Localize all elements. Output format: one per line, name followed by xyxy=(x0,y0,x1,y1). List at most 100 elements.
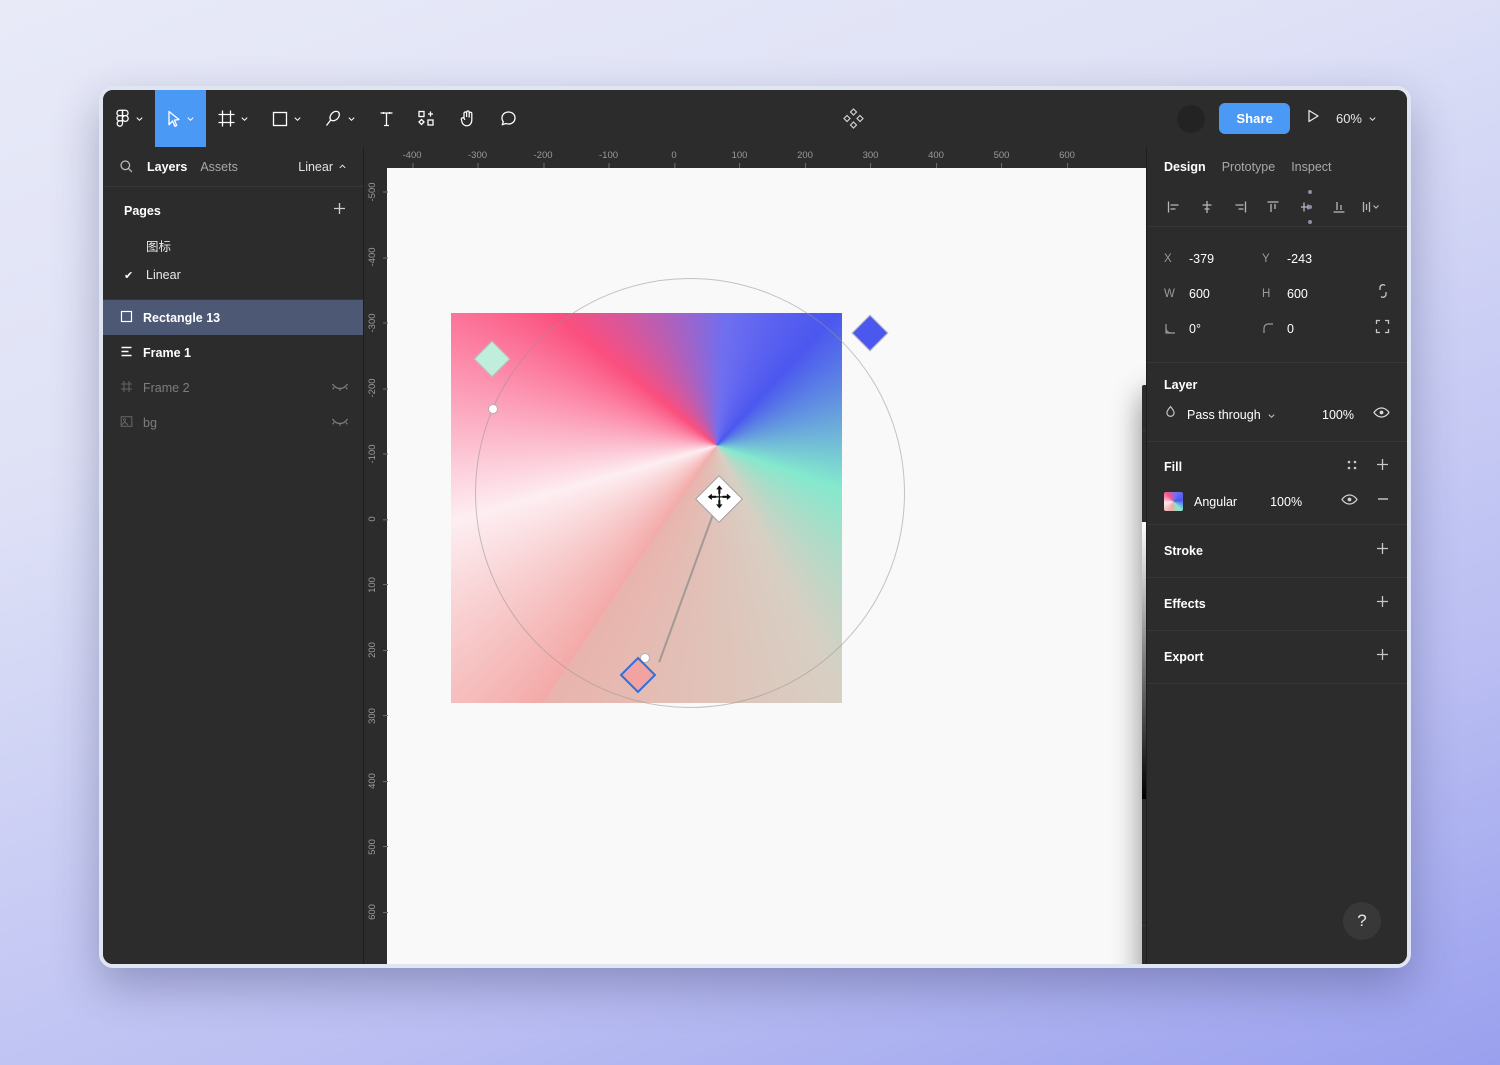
figma-menu-button[interactable] xyxy=(103,90,155,147)
tab-prototype[interactable]: Prototype xyxy=(1222,160,1276,174)
page-item-linear[interactable]: ✔ Linear xyxy=(103,260,363,290)
add-page-button[interactable] xyxy=(332,201,347,221)
corner-radius-value[interactable]: 0 xyxy=(1287,322,1294,336)
share-button[interactable]: Share xyxy=(1219,103,1290,134)
pen-tool-button[interactable] xyxy=(313,90,367,147)
layer-label: Frame 2 xyxy=(143,380,190,395)
saturation-value-square[interactable] xyxy=(1142,522,1146,799)
shape-tool-button[interactable] xyxy=(260,90,313,147)
plus-icon xyxy=(1377,649,1388,660)
add-effect-button[interactable] xyxy=(1375,594,1390,614)
layer-row-frame-1[interactable]: Frame 1 xyxy=(103,335,363,370)
align-left-button[interactable] xyxy=(1157,193,1190,221)
layer-label: Frame 1 xyxy=(143,345,191,360)
help-button[interactable]: ? xyxy=(1343,902,1381,940)
stroke-section: Stroke xyxy=(1147,525,1407,578)
plus-icon xyxy=(334,203,345,214)
fill-swatch[interactable] xyxy=(1164,492,1183,511)
zoom-level-value: 60% xyxy=(1335,111,1362,126)
comment-tool-button[interactable] xyxy=(488,90,529,147)
toolbar-center xyxy=(529,107,1177,130)
fill-visibility-button[interactable] xyxy=(1341,493,1358,511)
eye-icon xyxy=(1341,493,1358,505)
layer-row-frame-2[interactable]: Frame 2 xyxy=(103,370,363,405)
resources-tool-button[interactable] xyxy=(406,90,447,147)
left-sidebar: Layers Assets Linear Pages 图标 ✔ Linear R… xyxy=(103,147,364,964)
constrain-proportions-button[interactable] xyxy=(1376,282,1390,305)
tab-design[interactable]: Design xyxy=(1164,160,1206,174)
file-name-dropdown[interactable]: Linear xyxy=(298,160,347,174)
tab-layers[interactable]: Layers xyxy=(147,160,187,174)
page-item-label: Linear xyxy=(146,268,181,282)
gradient-stop-chips xyxy=(1142,431,1146,473)
x-field[interactable]: X -379 xyxy=(1164,252,1262,266)
blend-mode-dropdown[interactable]: Pass through xyxy=(1187,408,1276,422)
present-button[interactable] xyxy=(1304,107,1322,130)
y-field[interactable]: Y -243 xyxy=(1262,252,1360,266)
ruler-tick-v: -400 xyxy=(367,247,388,267)
width-field[interactable]: W 600 xyxy=(1164,287,1262,301)
page-item-icons[interactable]: 图标 xyxy=(103,230,363,260)
right-sidebar-tabs: Design Prototype Inspect xyxy=(1147,147,1407,187)
pages-header: Pages xyxy=(103,187,363,230)
w-value[interactable]: 600 xyxy=(1189,287,1210,301)
eye-off-icon[interactable] xyxy=(331,381,349,395)
tab-assets[interactable]: Assets xyxy=(200,160,238,174)
align-horizontal-center-button[interactable] xyxy=(1190,193,1223,221)
x-value[interactable]: -379 xyxy=(1189,252,1214,266)
align-right-button[interactable] xyxy=(1223,193,1256,221)
frame-tool-button[interactable] xyxy=(206,90,260,147)
eye-off-icon[interactable] xyxy=(331,416,349,430)
canvas[interactable]: -400 -300 -200 -100 0 100 200 300 400 500 600 -500… xyxy=(364,147,1146,964)
fill-type-label: Angular xyxy=(1194,494,1238,509)
toolbar-right: Share 60% xyxy=(1177,103,1407,134)
corner-radius-field[interactable]: 0 xyxy=(1262,322,1360,336)
add-stroke-button[interactable] xyxy=(1375,541,1390,561)
zoom-level-dropdown[interactable]: 60% xyxy=(1336,111,1377,126)
avatar[interactable] xyxy=(1177,104,1206,133)
search-icon[interactable] xyxy=(119,159,134,174)
effects-section-title: Effects xyxy=(1164,597,1206,611)
layer-opacity-value[interactable]: 100% xyxy=(1322,408,1354,422)
ruler-tick-h: -200 xyxy=(533,150,553,168)
link-proportions-icon xyxy=(1379,284,1387,298)
add-fill-button[interactable] xyxy=(1375,457,1390,477)
h-value[interactable]: 600 xyxy=(1287,287,1308,301)
rectangle-13-shape[interactable] xyxy=(451,313,842,703)
gradient-ring-dot-top[interactable] xyxy=(488,404,498,414)
fill-opacity-value[interactable]: 100% xyxy=(1270,495,1302,509)
effects-section: Effects xyxy=(1147,578,1407,631)
rotation-value[interactable]: 0° xyxy=(1189,322,1201,336)
distribute-menu-button[interactable] xyxy=(1355,193,1388,221)
layer-section: Layer Pass through 100% xyxy=(1147,363,1407,442)
move-tool-button[interactable] xyxy=(155,90,206,147)
layer-row-bg[interactable]: bg xyxy=(103,405,363,440)
chevron-down-icon xyxy=(1369,117,1376,122)
tab-inspect[interactable]: Inspect xyxy=(1291,160,1331,174)
color-picker-popup[interactable]: Angular xyxy=(1142,385,1146,964)
hand-tool-button[interactable] xyxy=(447,90,488,147)
autolayout-icon xyxy=(120,345,133,361)
eyedropper-button[interactable] xyxy=(1142,830,1146,849)
independent-corners-button[interactable] xyxy=(1375,319,1390,339)
add-export-button[interactable] xyxy=(1375,647,1390,667)
remove-fill-button[interactable] xyxy=(1376,492,1390,511)
ruler-corner xyxy=(364,147,387,168)
align-bottom-button[interactable] xyxy=(1322,193,1355,221)
gradient-stop-handle-blue[interactable] xyxy=(851,314,889,352)
fill-row-angular[interactable]: Angular 100% xyxy=(1147,486,1407,524)
fill-styles-button[interactable] xyxy=(1345,458,1359,477)
left-sidebar-tabs: Layers Assets Linear xyxy=(103,147,363,187)
page-item-label: 图标 xyxy=(146,239,172,254)
align-top-button[interactable] xyxy=(1256,193,1289,221)
layer-row-rectangle-13[interactable]: Rectangle 13 xyxy=(103,300,363,335)
height-field[interactable]: H 600 xyxy=(1262,287,1360,301)
ruler-tick-h: 0 xyxy=(671,150,677,168)
rotation-field[interactable]: 0° xyxy=(1164,322,1262,336)
text-tool-button[interactable] xyxy=(367,90,406,147)
artboard[interactable] xyxy=(387,168,1146,964)
ruler-tick-v: 0 xyxy=(367,516,388,522)
fill-section-header: Fill xyxy=(1147,442,1407,486)
layer-visibility-button[interactable] xyxy=(1364,406,1390,424)
y-value[interactable]: -243 xyxy=(1287,252,1312,266)
